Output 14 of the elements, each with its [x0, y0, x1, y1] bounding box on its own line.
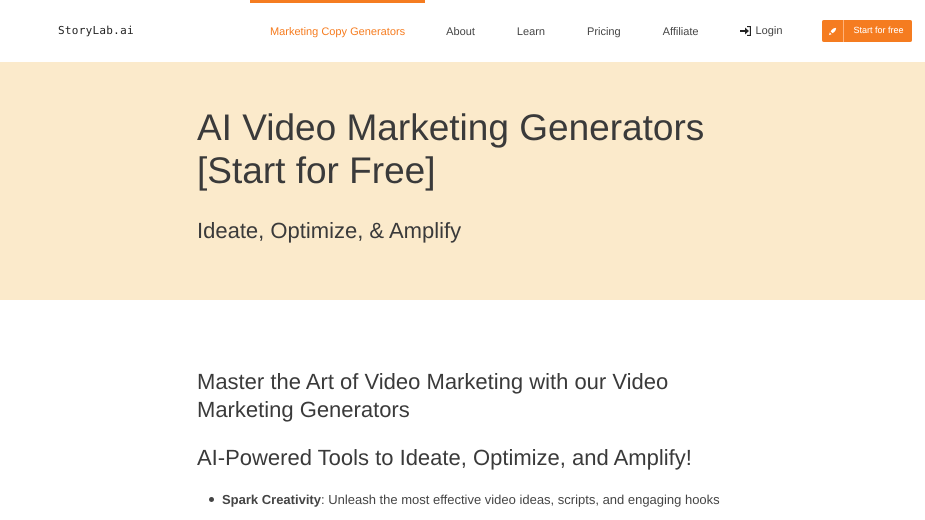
nav-link[interactable]: Learn	[496, 0, 566, 62]
nav-link[interactable]: About	[425, 0, 496, 62]
section-subheading: AI-Powered Tools to Ideate, Optimize, and Amplify!	[197, 444, 693, 472]
logo[interactable]: StoryLab.ai	[58, 22, 208, 40]
rocket-icon	[828, 26, 838, 36]
nav-link[interactable]: Pricing	[566, 0, 642, 62]
section-heading: Master the Art of Video Marketing with our Video Marketing Generators	[197, 368, 670, 424]
hero-title: AI Video Marketing Generators [Start for Free]	[197, 106, 706, 192]
login-link[interactable]: Login	[720, 0, 802, 62]
bullet-text: Spark Creativity: Unleash the most effective video ideas, scripts, and engaging hooks	[222, 491, 720, 509]
login-icon	[740, 26, 751, 36]
bullet-icon	[209, 497, 214, 502]
nav-link[interactable]: Affiliate	[642, 0, 720, 62]
hero-subtitle: Ideate, Optimize, & Amplify	[197, 217, 462, 245]
